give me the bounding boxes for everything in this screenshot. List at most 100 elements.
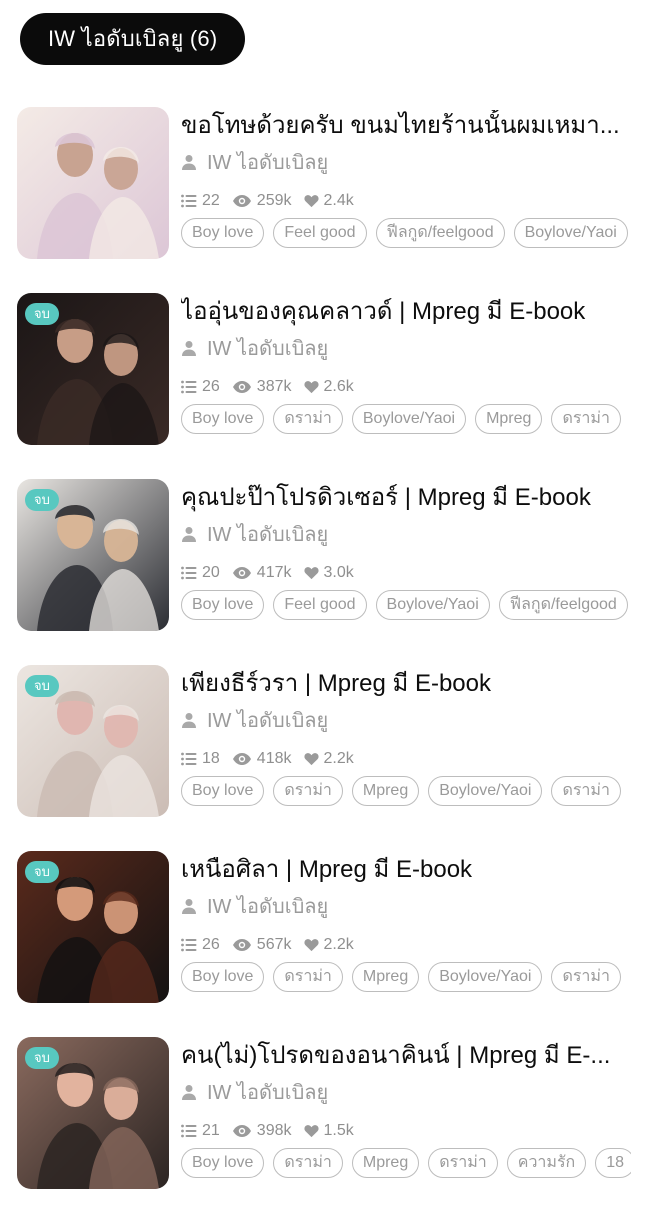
genre-tag[interactable]: Mpreg <box>351 962 420 992</box>
book-cover[interactable]: จบ <box>17 1037 169 1189</box>
author-name: IW ไอดับเบิลยู <box>207 152 329 174</box>
book-cover[interactable] <box>17 107 169 259</box>
genre-tag[interactable]: 18 <box>595 1148 631 1178</box>
person-icon <box>182 899 196 914</box>
book-title[interactable]: ไออุ่นของคุณคลาวด์ | Mpreg มี E-book <box>181 296 626 328</box>
stats-row: 22 259k 2.4k <box>181 190 631 212</box>
completed-badge: จบ <box>25 1047 59 1069</box>
genre-tag[interactable]: ดราม่า <box>273 962 343 992</box>
genre-tag[interactable]: ดราม่า <box>551 404 621 434</box>
cover-art <box>17 107 169 259</box>
author-row[interactable]: IW ไอดับเบิลยู <box>181 706 631 734</box>
person-icon <box>182 713 196 728</box>
tag-row: Boy love Feel good Boylove/Yaoi ฟีลกูด/feel… <box>181 590 631 620</box>
genre-tag[interactable]: ฟีลกูด/feelgood <box>498 590 628 620</box>
book-title[interactable]: เพียงธีร์วรา | Mpreg มี E-book <box>181 668 626 700</box>
genre-tag[interactable]: Boylove/Yaoi <box>428 962 543 992</box>
genre-tag[interactable]: ดราม่า <box>273 1148 343 1178</box>
completed-badge: จบ <box>25 675 59 697</box>
genre-tag[interactable]: Boy love <box>181 404 265 434</box>
genre-tag[interactable]: Boy love <box>181 962 265 992</box>
view-count: 387k <box>256 378 292 395</box>
genre-tag[interactable]: ดราม่า <box>428 1148 498 1178</box>
genre-tag[interactable]: Feel good <box>273 590 367 620</box>
genre-tag[interactable]: Mpreg <box>475 404 543 434</box>
person-icon <box>182 155 196 170</box>
tag-row: Boy love ดราม่า Mpreg ดราม่า ความรัก 18 <box>181 1148 631 1178</box>
genre-tag[interactable]: Boylove/Yaoi <box>513 218 628 248</box>
book-cover[interactable]: จบ <box>17 479 169 631</box>
view-count: 567k <box>256 936 292 953</box>
genre-tag[interactable]: Boylove/Yaoi <box>351 404 467 434</box>
book-cover[interactable]: จบ <box>17 293 169 445</box>
book-list-item[interactable]: จบ คน(ไม่)โปรดของอนาคินน์ | Mpreg มี E-.… <box>0 1022 664 1208</box>
view-count: 398k <box>256 1122 292 1139</box>
heart-icon <box>303 939 319 952</box>
author-name: IW ไอดับเบิลยู <box>207 524 329 546</box>
genre-tag[interactable]: Boy love <box>181 1148 265 1178</box>
book-title[interactable]: คน(ไม่)โปรดของอนาคินน์ | Mpreg มี E-... <box>181 1040 626 1072</box>
book-title[interactable]: เหนือศิลา | Mpreg มี E-book <box>181 854 626 886</box>
like-count: 2.6k <box>323 378 354 395</box>
book-list-item[interactable]: จบ ไออุ่นของคุณคลาวด์ | Mpreg มี E-book … <box>0 278 664 464</box>
chapter-count: 26 <box>202 936 220 953</box>
genre-tag[interactable]: ดราม่า <box>273 776 343 806</box>
author-name: IW ไอดับเบิลยู <box>207 338 329 360</box>
list-icon <box>181 380 197 394</box>
person-icon <box>182 527 196 542</box>
view-count: 259k <box>256 192 292 209</box>
author-row[interactable]: IW ไอดับเบิลยู <box>181 334 631 362</box>
genre-tag[interactable]: Mpreg <box>351 776 420 806</box>
book-cover[interactable]: จบ <box>17 665 169 817</box>
eye-icon <box>232 567 251 579</box>
genre-tag[interactable]: ดราม่า <box>551 776 621 806</box>
genre-tag[interactable]: Mpreg <box>351 1148 420 1178</box>
genre-tag[interactable]: ความรัก <box>506 1148 587 1178</box>
completed-badge: จบ <box>25 489 59 511</box>
eye-icon <box>232 939 251 951</box>
author-row[interactable]: IW ไอดับเบิลยู <box>181 148 631 176</box>
stats-row: 26 387k 2.6k <box>181 376 631 398</box>
book-list-item[interactable]: จบ เหนือศิลา | Mpreg มี E-book IW ไอดับเ… <box>0 836 664 1022</box>
genre-tag[interactable]: ฟีลกูด/feelgood <box>375 218 505 248</box>
genre-tag[interactable]: Boy love <box>181 590 265 620</box>
author-row[interactable]: IW ไอดับเบิลยู <box>181 520 631 548</box>
author-filter-pill[interactable]: IW ไอดับเบิลยู (6) <box>20 13 246 65</box>
tag-row: Boy love ดราม่า Mpreg Boylove/Yaoi ดราม่า <box>181 962 631 992</box>
author-row[interactable]: IW ไอดับเบิลยู <box>181 1078 631 1106</box>
like-count: 1.5k <box>323 1122 354 1139</box>
genre-tag[interactable]: Boy love <box>181 776 265 806</box>
genre-tag[interactable]: ดราม่า <box>551 962 621 992</box>
book-title[interactable]: คุณปะป๊าโปรดิวเซอร์ | Mpreg มี E-book <box>181 482 626 514</box>
genre-tag[interactable]: Boy love <box>181 218 265 248</box>
heart-icon <box>303 753 319 766</box>
eye-icon <box>232 381 251 393</box>
list-icon <box>181 194 197 208</box>
genre-tag[interactable]: Boylove/Yaoi <box>375 590 490 620</box>
list-icon <box>181 752 197 766</box>
book-list-item[interactable]: จบ คุณปะป๊าโปรดิวเซอร์ | Mpreg มี E-book… <box>0 464 664 650</box>
person-icon <box>182 341 196 356</box>
stats-row: 21 398k 1.5k <box>181 1120 631 1142</box>
list-icon <box>181 1124 197 1138</box>
heart-icon <box>303 381 319 394</box>
book-list-item[interactable]: จบ เพียงธีร์วรา | Mpreg มี E-book IW ไอด… <box>0 650 664 836</box>
author-name: IW ไอดับเบิลยู <box>207 1082 329 1104</box>
list-icon <box>181 566 197 580</box>
genre-tag[interactable]: Boylove/Yaoi <box>428 776 543 806</box>
heart-icon <box>303 567 319 580</box>
author-row[interactable]: IW ไอดับเบิลยู <box>181 892 631 920</box>
eye-icon <box>232 195 251 207</box>
like-count: 2.2k <box>323 750 354 767</box>
completed-badge: จบ <box>25 303 59 325</box>
eye-icon <box>232 1125 251 1137</box>
stats-row: 26 567k 2.2k <box>181 934 631 956</box>
list-icon <box>181 938 197 952</box>
view-count: 417k <box>256 564 292 581</box>
book-list-item[interactable]: ขอโทษด้วยครับ ขนมไทยร้านนั้นผมเหมา... IW… <box>0 92 664 278</box>
genre-tag[interactable]: Feel good <box>273 218 367 248</box>
genre-tag[interactable]: ดราม่า <box>273 404 343 434</box>
book-cover[interactable]: จบ <box>17 851 169 1003</box>
book-title[interactable]: ขอโทษด้วยครับ ขนมไทยร้านนั้นผมเหมา... <box>181 110 626 142</box>
like-count: 2.2k <box>323 936 354 953</box>
